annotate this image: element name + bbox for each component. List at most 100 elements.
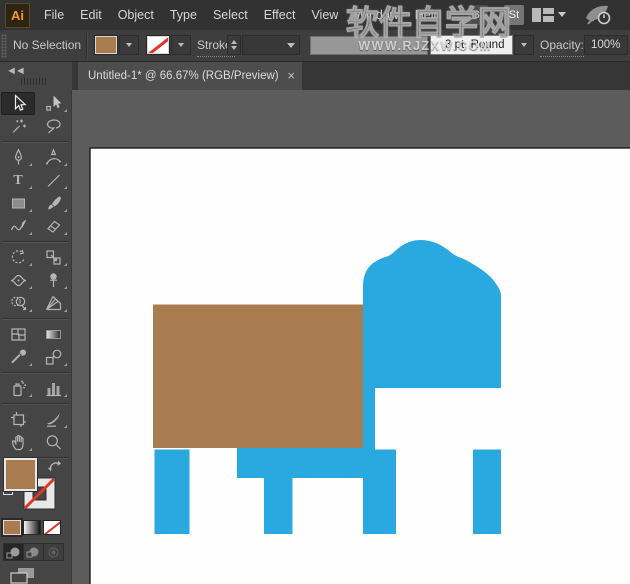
shaper-tool-icon: [9, 217, 28, 236]
menu-select[interactable]: Select: [205, 0, 256, 30]
line-segment-tool[interactable]: [36, 169, 70, 192]
workspace-switcher-icon[interactable]: [532, 8, 554, 22]
mesh-tool-icon: [9, 325, 28, 344]
menu-help[interactable]: Help: [407, 0, 449, 30]
hand-tool[interactable]: [1, 431, 35, 454]
hand-tool-icon: [9, 433, 28, 452]
shape-builder-tool-icon: [9, 294, 28, 313]
divider: [2, 241, 69, 243]
opacity-label[interactable]: Opacity:: [540, 35, 584, 57]
stroke-weight-stepper[interactable]: [227, 35, 241, 55]
none-button[interactable]: [43, 520, 61, 535]
chevron-down-icon: [521, 43, 527, 47]
width-profile-dropdown[interactable]: [310, 36, 428, 55]
menu-edit[interactable]: Edit: [72, 0, 110, 30]
brush-definition-dropdown[interactable]: 3 pt. Round: [430, 35, 513, 55]
stroke-color-swatch[interactable]: [147, 36, 169, 54]
menu-type[interactable]: Type: [162, 0, 205, 30]
draw-inside-icon: [46, 546, 61, 559]
opacity-value-field[interactable]: 100%: [584, 35, 628, 55]
canvas-area[interactable]: [72, 90, 630, 584]
stroke-weight-dropdown[interactable]: [242, 35, 300, 55]
draw-normal-button[interactable]: [4, 544, 24, 560]
menu-window[interactable]: Window: [346, 0, 406, 30]
paintbrush-tool[interactable]: [36, 192, 70, 215]
direct-selection-tool[interactable]: [36, 92, 70, 115]
draw-inside-button[interactable]: [44, 544, 63, 560]
bridge-button[interactable]: Br: [468, 5, 488, 25]
document-tab[interactable]: Untitled-1* @ 66.67% (RGB/Preview) ×: [78, 62, 302, 90]
width-tool[interactable]: [1, 269, 35, 292]
menu-effect[interactable]: Effect: [256, 0, 304, 30]
eraser-tool-icon: [44, 217, 63, 236]
divider: [2, 372, 69, 374]
swap-fill-stroke-icon[interactable]: [47, 459, 62, 474]
shape-builder-tool[interactable]: [1, 292, 35, 315]
fill-proxy-swatch[interactable]: [4, 458, 37, 491]
stroke-color-chevron[interactable]: [171, 35, 191, 55]
menu-file[interactable]: File: [36, 0, 72, 30]
puppet-warp-tool[interactable]: [36, 269, 70, 292]
none-indicator: [43, 520, 61, 535]
perspective-grid-tool[interactable]: [36, 292, 70, 315]
gpu-performance-icon[interactable]: [584, 4, 612, 26]
draw-behind-button[interactable]: [24, 544, 44, 560]
lasso-tool-icon: [44, 117, 63, 136]
curvature-tool-icon: [44, 148, 63, 167]
column-graph-tool-icon: [44, 379, 63, 398]
menu-object[interactable]: Object: [110, 0, 162, 30]
mesh-tool[interactable]: [1, 323, 35, 346]
control-bar-grip[interactable]: [1, 34, 7, 58]
scale-tool[interactable]: [36, 246, 70, 269]
artboard-tool-icon: [9, 410, 28, 429]
fill-color-swatch[interactable]: [95, 36, 117, 54]
rectangle-tool[interactable]: [1, 192, 35, 215]
collapse-panel-icon[interactable]: ◄◄: [6, 65, 24, 77]
gradient-tool[interactable]: [36, 323, 70, 346]
artboard-tool[interactable]: [1, 408, 35, 431]
width-tool-icon: [9, 271, 28, 290]
paint-style-buttons: [3, 520, 61, 535]
screen-mode-button[interactable]: [10, 567, 40, 584]
eraser-tool[interactable]: [36, 215, 70, 238]
shaper-tool[interactable]: [1, 215, 35, 238]
chevron-down-icon: [178, 43, 184, 47]
menu-view[interactable]: View: [303, 0, 346, 30]
type-tool[interactable]: T: [1, 169, 35, 192]
close-tab-icon[interactable]: ×: [287, 68, 295, 83]
symbol-sprayer-tool[interactable]: [1, 377, 35, 400]
gradient-tool-icon: [44, 325, 63, 344]
zoom-tool[interactable]: [36, 431, 70, 454]
slice-tool[interactable]: [36, 408, 70, 431]
line-segment-tool-icon: [44, 171, 63, 190]
pen-tool[interactable]: [1, 146, 35, 169]
brush-definition-chevron[interactable]: [514, 35, 534, 55]
zoom-tool-icon: [44, 433, 63, 452]
document-title: Untitled-1* @ 66.67% (RGB/Preview): [88, 62, 279, 90]
eyedropper-tool[interactable]: [1, 346, 35, 369]
pen-tool-icon: [9, 148, 28, 167]
tools-panel-header: ◄◄: [0, 62, 72, 90]
slice-tool-icon: [44, 410, 63, 429]
rotate-tool-icon: [9, 248, 28, 267]
table-shape[interactable]: [153, 305, 363, 449]
column-graph-tool[interactable]: [36, 377, 70, 400]
fill-color-chevron[interactable]: [119, 35, 139, 55]
color-button[interactable]: [3, 520, 21, 535]
selection-tool-icon: [9, 94, 28, 113]
lasso-tool[interactable]: [36, 115, 70, 138]
rotate-tool[interactable]: [1, 246, 35, 269]
magic-wand-tool[interactable]: [1, 115, 35, 138]
blend-tool-icon: [44, 348, 63, 367]
eyedropper-tool-icon: [9, 348, 28, 367]
control-bar: No Selection Stroke: 3 pt. Round Opacity…: [0, 30, 630, 62]
selection-tool[interactable]: [1, 92, 35, 115]
app-logo-icon: Ai: [5, 3, 30, 28]
blend-tool[interactable]: [36, 346, 70, 369]
gradient-button[interactable]: [23, 520, 41, 535]
curvature-tool[interactable]: [36, 146, 70, 169]
panel-grip[interactable]: [21, 78, 48, 85]
stock-button[interactable]: St: [504, 5, 524, 25]
workspace-chevron-icon[interactable]: [558, 12, 566, 17]
artboard-canvas[interactable]: [72, 90, 630, 584]
